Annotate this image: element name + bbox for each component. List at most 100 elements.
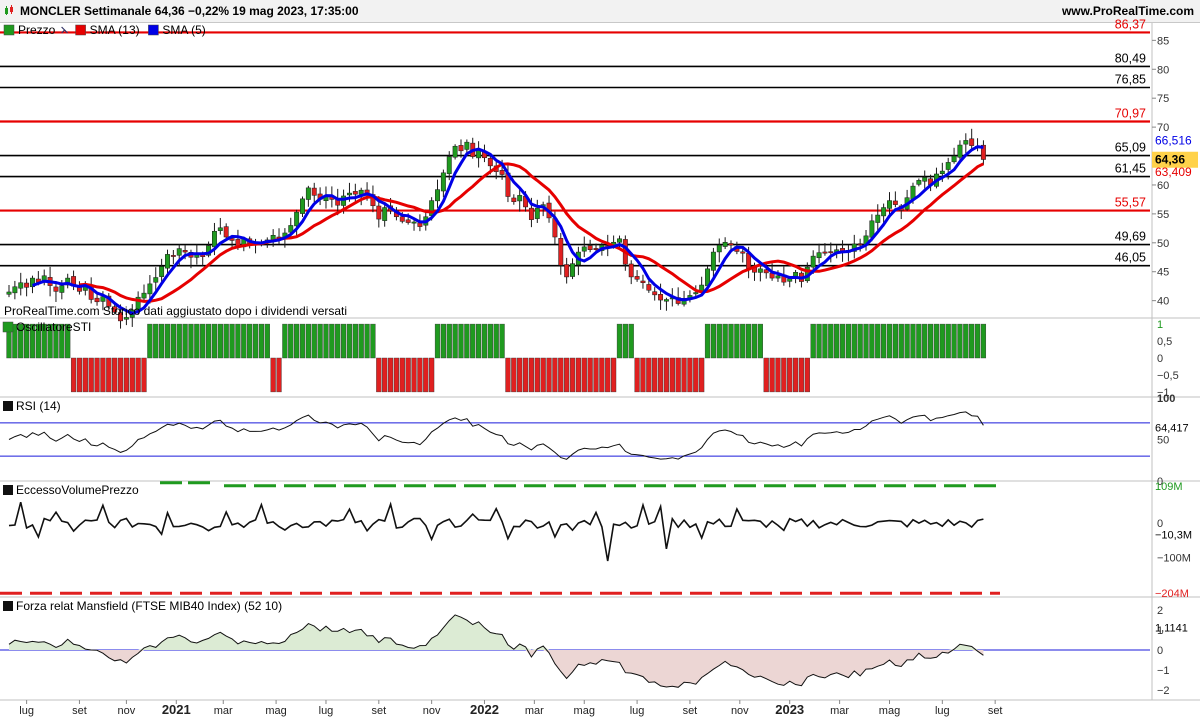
price-tick-label: 50 (1157, 238, 1169, 250)
candle-body (722, 241, 728, 247)
chart-page: MONCLER Settimanale 64,36 −0,22% 19 mag … (0, 0, 1200, 720)
candle-body (658, 294, 664, 301)
legend-label: SMA (5) (162, 23, 205, 37)
x-tick-label: mar (830, 705, 849, 717)
legend-label: Prezzo (18, 23, 56, 37)
sti-bar (634, 357, 640, 393)
candle-body (951, 155, 957, 163)
x-tick-label: 2023 (775, 702, 804, 717)
sti-bar (106, 357, 112, 393)
sti-bar (587, 357, 593, 393)
x-tick-label: mag (879, 705, 900, 717)
x-tick-label: lug (935, 705, 950, 717)
sti-bar (370, 323, 376, 359)
sti-bar (129, 357, 135, 393)
candle-body (581, 246, 587, 252)
sti-bar (681, 357, 687, 393)
x-tick-label: mar (525, 705, 544, 717)
sti-bar (816, 323, 822, 359)
sti-bar (217, 323, 223, 359)
sti-bar (235, 323, 241, 359)
x-tick-label: set (988, 705, 1003, 717)
sti-bar (340, 323, 347, 359)
candle-body (969, 138, 975, 146)
price-tick-label: 75 (1157, 93, 1169, 105)
sti-bar (916, 323, 922, 359)
support-level-label: 49,69 (1115, 230, 1146, 244)
sti-bar (258, 323, 265, 359)
x-tick-label: mag (574, 705, 595, 717)
panel-vol-background (0, 482, 1200, 597)
legend-swatch (75, 24, 86, 36)
candle-body (628, 263, 634, 278)
sti-bar (346, 323, 353, 359)
candle-body (652, 291, 658, 296)
volume-lower-label: −204M (1155, 588, 1189, 600)
sti-bar (417, 357, 423, 393)
sti-bar (522, 357, 529, 393)
candle-body (223, 226, 229, 238)
sti-bar (704, 323, 711, 359)
sti-bar (294, 323, 300, 359)
sti-bar (458, 323, 464, 359)
support-level-label: 46,05 (1115, 251, 1146, 265)
x-tick-label: nov (423, 705, 441, 717)
sti-bar (546, 357, 552, 393)
support-level-label: 61,45 (1115, 162, 1146, 176)
mansfield-title: Forza relat Mansfield (FTSE MIB40 Index)… (16, 599, 282, 613)
sti-bar (270, 357, 276, 393)
candle-body (176, 248, 182, 256)
sti-bar (558, 357, 564, 393)
volume-tick-label: −100M (1157, 553, 1191, 565)
sti-bar (886, 323, 893, 359)
sti-bar (252, 323, 259, 359)
candle-body (716, 244, 722, 253)
x-tick-label: lug (319, 705, 334, 717)
sti-bar (282, 323, 288, 359)
sti-bar (605, 357, 611, 393)
sti-bar (205, 323, 212, 359)
sti-bar (393, 357, 400, 393)
support-level-label: 65,09 (1115, 141, 1146, 155)
sti-bar (188, 323, 194, 359)
sti-bar (575, 357, 581, 393)
chart-canvas[interactable]: 4045505560657075808586,3780,4976,8570,97… (0, 0, 1200, 720)
sti-bar (963, 323, 969, 359)
sti-bar (364, 323, 370, 359)
sti-bar (487, 323, 493, 359)
candle-body (59, 285, 65, 293)
candle-body (435, 189, 440, 202)
rsi-tick-label: 100 (1157, 393, 1175, 405)
sti-bar (569, 357, 576, 393)
candle-body (916, 180, 922, 185)
support-level-label: 55,57 (1115, 196, 1146, 210)
sti-bar (980, 323, 987, 359)
sti-bar (288, 323, 294, 359)
sti-bar (628, 323, 634, 359)
sti-bar (223, 323, 229, 359)
rsi-tick-label: 50 (1157, 435, 1169, 447)
sti-bar (845, 323, 852, 359)
sti-bar (499, 323, 505, 359)
candle-body (212, 230, 217, 248)
candle-body (787, 278, 793, 282)
candle-body (147, 283, 153, 295)
price-tick-label: 45 (1157, 267, 1169, 279)
candle-body (6, 291, 12, 295)
sti-bar (939, 323, 945, 359)
sti-bar (798, 357, 805, 393)
sti-bar (241, 323, 247, 359)
candle-body (640, 280, 646, 283)
sti-bar (528, 357, 535, 393)
candle-body (170, 255, 176, 257)
x-tick-label: lug (630, 705, 645, 717)
candle-body (881, 207, 887, 217)
sti-bar (622, 323, 628, 359)
sti-bar (804, 357, 810, 393)
support-level-label: 86,37 (1115, 17, 1146, 31)
last-value-tag: 63,409 (1155, 165, 1192, 179)
sti-bar (716, 323, 722, 359)
candle-body (499, 170, 505, 175)
candle-body (828, 251, 834, 254)
sti-bar (76, 357, 83, 393)
